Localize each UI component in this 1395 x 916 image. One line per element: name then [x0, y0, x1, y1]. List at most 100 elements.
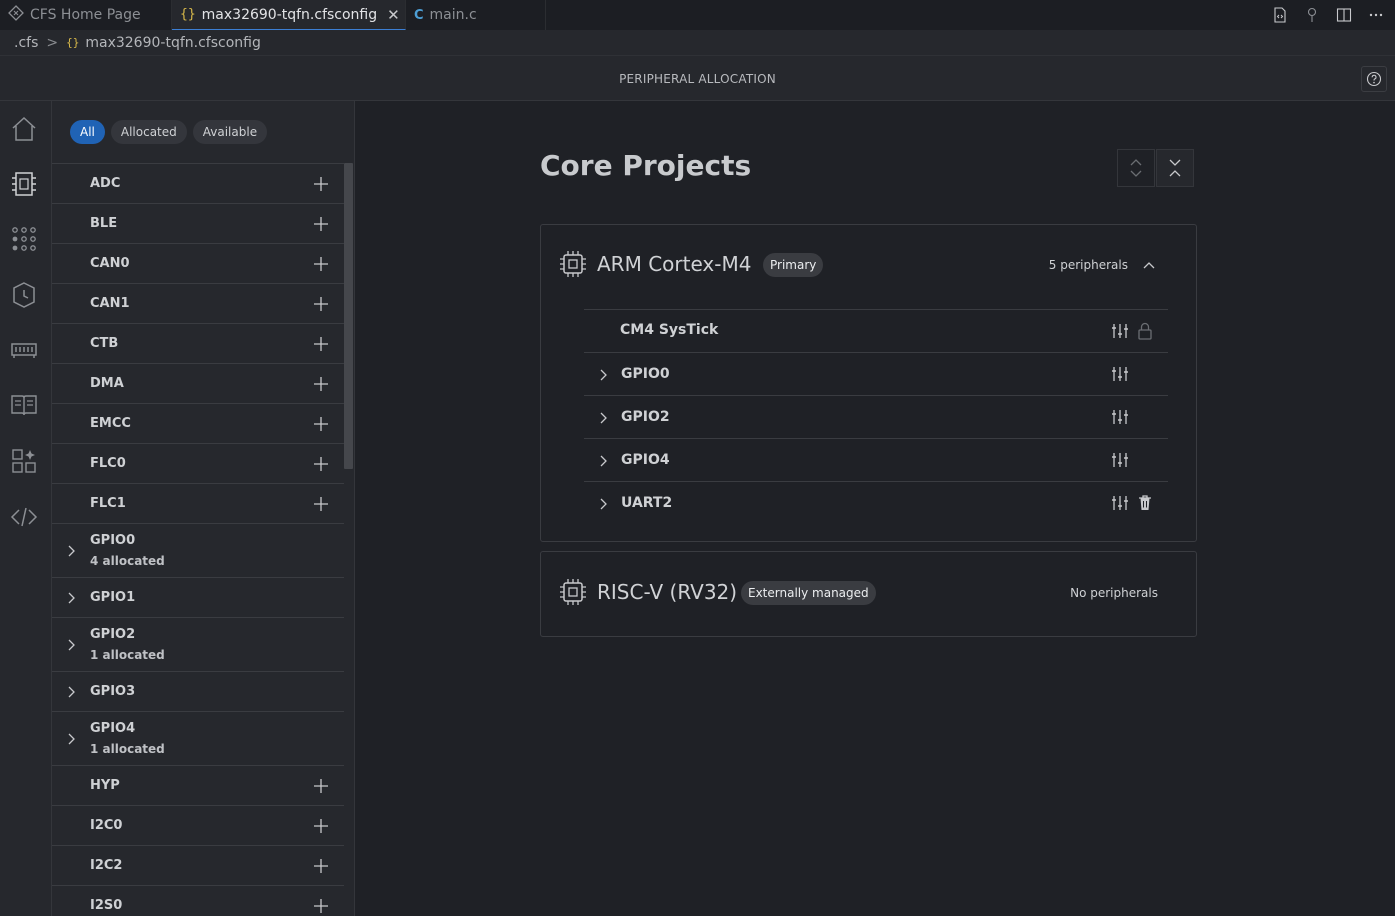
chevron-right-icon[interactable] — [597, 367, 611, 381]
editor-tab-bar: CFS Home Page {} max32690-tqfn.cfsconfig… — [0, 0, 1395, 30]
peripheral-name: CTB — [90, 336, 119, 351]
list-scrollbar[interactable] — [344, 163, 353, 469]
peripheral-name: GPIO4 — [90, 721, 136, 736]
peripheral-name: FLC0 — [90, 456, 126, 471]
table-row[interactable]: CM4 SysTick — [584, 310, 1168, 353]
peripheral-name: I2S0 — [90, 898, 123, 913]
list-item[interactable]: BLE — [52, 204, 344, 244]
filter-available[interactable]: Available — [192, 120, 268, 144]
filter-all[interactable]: All — [70, 120, 105, 144]
list-item[interactable]: ADC — [52, 164, 344, 204]
chevron-up-icon[interactable] — [1142, 257, 1156, 271]
peripheral-name: CAN1 — [90, 296, 130, 311]
expand-all-button[interactable] — [1117, 149, 1155, 187]
core-name: ARM Cortex-M4 — [597, 252, 752, 276]
plus-icon[interactable] — [312, 495, 330, 513]
list-item[interactable]: GPIO3 — [52, 672, 344, 712]
editor-actions — [1271, 0, 1385, 30]
chip-icon — [558, 249, 588, 279]
plus-icon[interactable] — [312, 255, 330, 273]
peripheral-name: CM4 SysTick — [620, 322, 719, 338]
list-item[interactable]: HYP — [52, 766, 344, 806]
plus-icon[interactable] — [312, 777, 330, 795]
tab-main-c[interactable]: C main.c — [406, 0, 546, 30]
collapse-all-button[interactable] — [1156, 149, 1194, 187]
settings-sliders-icon[interactable] — [1111, 323, 1129, 339]
table-row[interactable]: GPIO2 — [584, 396, 1168, 439]
plus-icon[interactable] — [312, 215, 330, 233]
chevron-right-icon[interactable] — [597, 496, 611, 510]
peripheral-allocation-icon[interactable] — [8, 168, 40, 200]
help-icon — [1366, 71, 1382, 87]
breadcrumb-file[interactable]: max32690-tqfn.cfsconfig — [85, 35, 260, 51]
list-item[interactable]: I2C2 — [52, 846, 344, 886]
list-item[interactable]: CTB — [52, 324, 344, 364]
list-item[interactable]: GPIO0 4 allocated — [52, 524, 344, 578]
trash-icon[interactable] — [1137, 494, 1153, 512]
plus-icon[interactable] — [312, 817, 330, 835]
allocation-count: 1 allocated — [90, 648, 165, 662]
pin-icon[interactable] — [1303, 6, 1321, 24]
tab-cfsconfig[interactable]: {} max32690-tqfn.cfsconfig ✕ — [172, 0, 406, 30]
chip-icon — [558, 577, 588, 607]
plus-icon[interactable] — [312, 375, 330, 393]
plus-icon[interactable] — [312, 415, 330, 433]
plus-icon[interactable] — [312, 455, 330, 473]
help-button[interactable] — [1361, 66, 1387, 92]
extensions-icon[interactable] — [8, 445, 40, 477]
list-item[interactable]: I2S0 — [52, 886, 344, 916]
list-item[interactable]: GPIO1 — [52, 578, 344, 618]
json-braces-icon: {} — [66, 36, 80, 49]
list-item[interactable]: GPIO4 1 allocated — [52, 712, 344, 766]
settings-sliders-icon[interactable] — [1111, 366, 1129, 382]
documentation-icon[interactable] — [8, 389, 40, 421]
plus-icon[interactable] — [312, 335, 330, 353]
pin-config-icon[interactable] — [8, 223, 40, 255]
chevron-right-icon[interactable] — [64, 543, 80, 559]
breadcrumb-folder[interactable]: .cfs — [14, 35, 38, 51]
chevron-right-icon[interactable] — [597, 410, 611, 424]
core-badge: Externally managed — [741, 581, 876, 605]
split-editor-icon[interactable] — [1335, 6, 1353, 24]
list-item[interactable]: I2C0 — [52, 806, 344, 846]
settings-sliders-icon[interactable] — [1111, 495, 1129, 511]
tab-cfs-home[interactable]: CFS Home Page — [0, 0, 172, 30]
list-item[interactable]: CAN0 — [52, 244, 344, 284]
list-item[interactable]: FLC0 — [52, 444, 344, 484]
more-actions-icon[interactable] — [1367, 6, 1385, 24]
list-item[interactable]: GPIO2 1 allocated — [52, 618, 344, 672]
chevron-right-icon[interactable] — [64, 590, 80, 606]
code-generation-icon[interactable] — [8, 501, 40, 533]
chevron-right-icon[interactable] — [597, 453, 611, 467]
settings-sliders-icon[interactable] — [1111, 452, 1129, 468]
plus-icon[interactable] — [312, 295, 330, 313]
chevron-right-icon[interactable] — [64, 637, 80, 653]
activity-bar — [0, 101, 52, 916]
close-icon[interactable]: ✕ — [387, 6, 400, 24]
list-item[interactable]: DMA — [52, 364, 344, 404]
list-item[interactable]: CAN1 — [52, 284, 344, 324]
table-row[interactable]: GPIO4 — [584, 439, 1168, 482]
allocated-peripheral-list: CM4 SysTick GPIO0 GPIO2 GPIO4 UART2 — [584, 309, 1168, 525]
chevron-right-icon[interactable] — [64, 731, 80, 747]
clock-config-icon[interactable] — [8, 279, 40, 311]
plus-icon[interactable] — [312, 175, 330, 193]
home-icon[interactable] — [8, 113, 40, 145]
plus-icon[interactable] — [312, 857, 330, 875]
table-row[interactable]: GPIO0 — [584, 353, 1168, 396]
peripheral-list: ADC BLE CAN0 CAN1 CTB DMA EMCC FLC0 FLC1… — [52, 163, 344, 916]
table-row[interactable]: UART2 — [584, 482, 1168, 525]
list-item[interactable]: EMCC — [52, 404, 344, 444]
plus-icon[interactable] — [312, 897, 330, 915]
peripheral-name: GPIO0 — [621, 366, 670, 382]
filter-allocated[interactable]: Allocated — [110, 120, 187, 144]
chevron-right-icon[interactable] — [64, 684, 80, 700]
list-item[interactable]: FLC1 — [52, 484, 344, 524]
open-source-icon[interactable] — [1271, 6, 1289, 24]
peripheral-name: HYP — [90, 778, 120, 793]
settings-sliders-icon[interactable] — [1111, 409, 1129, 425]
tab-label: main.c — [429, 7, 477, 23]
tab-label: CFS Home Page — [30, 7, 141, 23]
memory-layout-icon[interactable] — [8, 334, 40, 366]
peripheral-name: GPIO2 — [90, 627, 136, 642]
